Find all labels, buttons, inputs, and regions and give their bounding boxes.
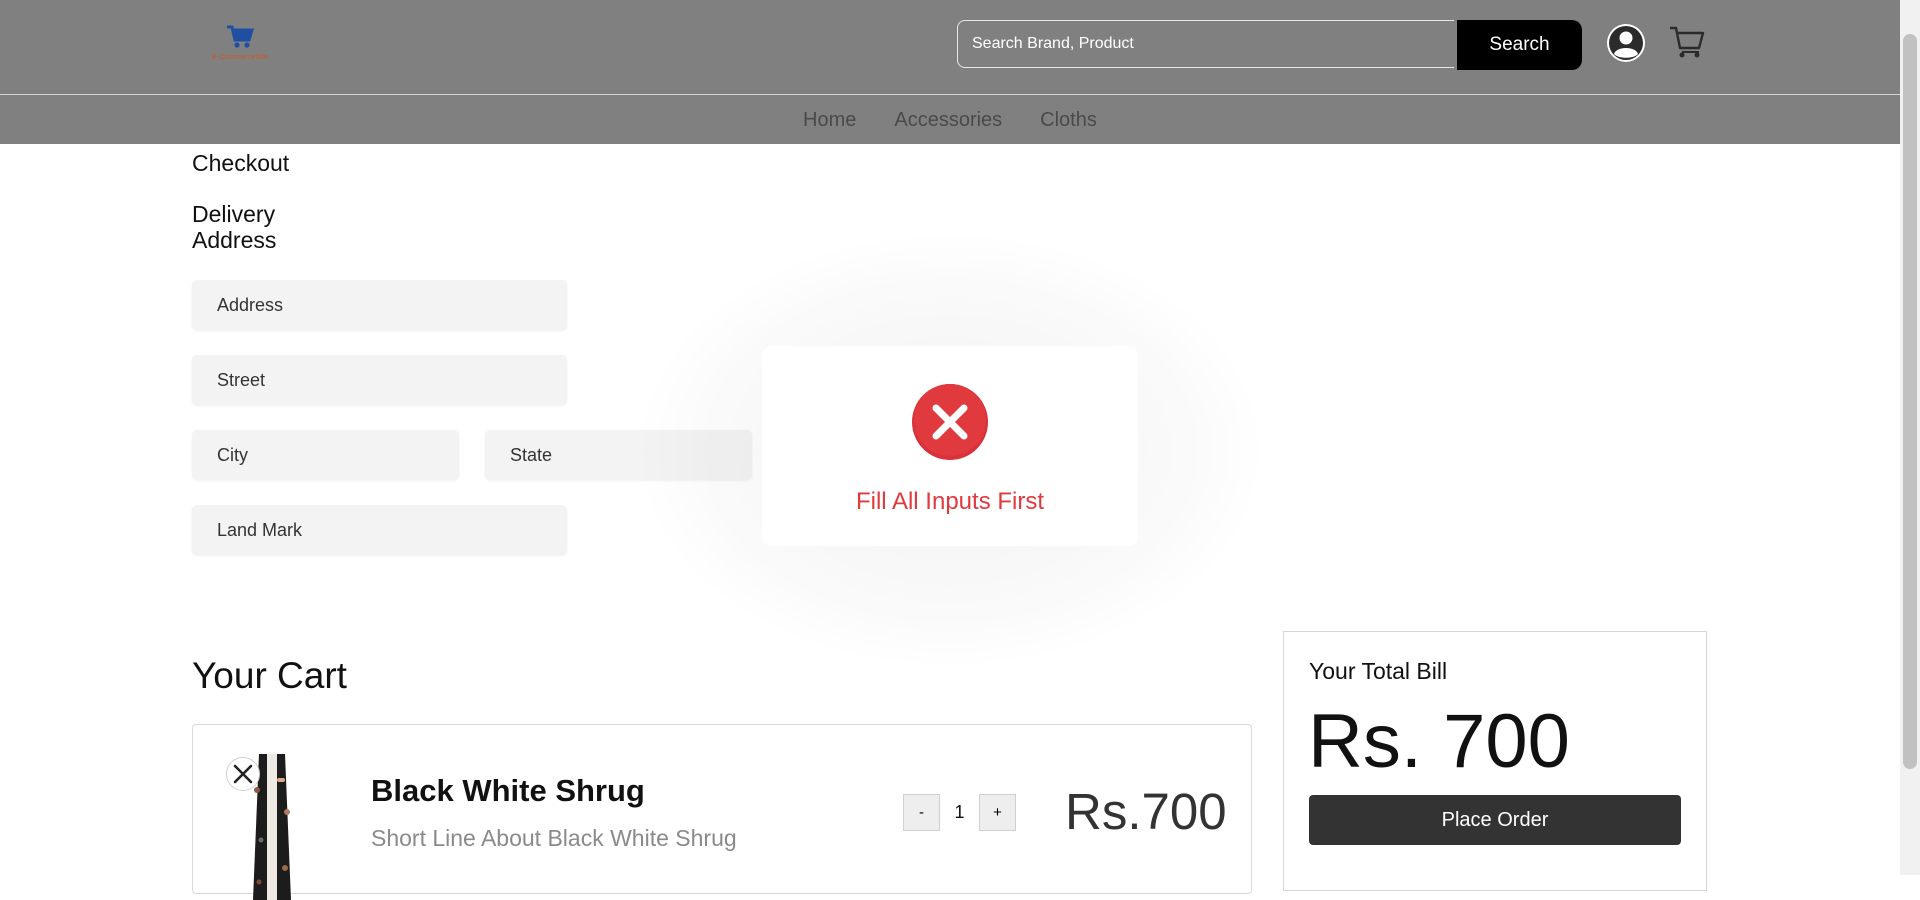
cart-title: Your Cart xyxy=(192,655,347,696)
item-price: Rs.700 xyxy=(1065,783,1227,840)
user-account-icon[interactable] xyxy=(1606,23,1646,63)
scrollbar-thumb[interactable] xyxy=(1903,34,1917,769)
bill-amount: Rs. 700 xyxy=(1308,699,1570,784)
nav-link-home[interactable]: Home xyxy=(803,109,856,132)
checkout-title: Checkout xyxy=(192,150,290,176)
cart-icon[interactable] xyxy=(1668,24,1706,60)
error-x-icon xyxy=(912,384,988,460)
search-input[interactable] xyxy=(957,20,1454,68)
quantity-increase-button[interactable]: + xyxy=(979,794,1016,831)
city-field[interactable] xyxy=(192,430,459,480)
quantity-decrease-button[interactable]: - xyxy=(903,794,940,831)
logo-text: E-CommerceSite xyxy=(212,54,269,61)
bill-title: Your Total Bill xyxy=(1309,658,1448,684)
close-icon xyxy=(233,764,253,784)
address-field[interactable] xyxy=(192,280,567,330)
nav-bar: Home Accessories Cloths xyxy=(0,95,1900,144)
quantity-value: 1 xyxy=(954,802,965,822)
page-scrollbar[interactable] xyxy=(1900,0,1920,875)
product-description: Short Line About Black White Shrug xyxy=(371,825,737,851)
nav-link-cloths[interactable]: Cloths xyxy=(1040,109,1097,132)
remove-item-button[interactable] xyxy=(226,757,260,791)
total-bill-panel: Your Total Bill Rs. 700 Place Order xyxy=(1283,631,1707,891)
street-field[interactable] xyxy=(192,355,567,405)
site-logo[interactable]: E-CommerceSite xyxy=(208,24,272,68)
error-modal: Fill All Inputs First xyxy=(762,346,1138,546)
cart-item: Black White Shrug Short Line About Black… xyxy=(192,724,1252,900)
logo-cart-icon xyxy=(227,25,254,48)
search-button[interactable]: Search xyxy=(1457,20,1582,70)
nav-link-accessories[interactable]: Accessories xyxy=(894,109,1002,132)
product-name[interactable]: Black White Shrug xyxy=(371,773,645,809)
delivery-address-title: Delivery Address xyxy=(192,201,277,253)
header: E-CommerceSite Search xyxy=(0,0,1900,95)
error-message: Fill All Inputs First xyxy=(855,488,1045,515)
place-order-button[interactable]: Place Order xyxy=(1309,795,1681,845)
landmark-field[interactable] xyxy=(192,505,567,555)
